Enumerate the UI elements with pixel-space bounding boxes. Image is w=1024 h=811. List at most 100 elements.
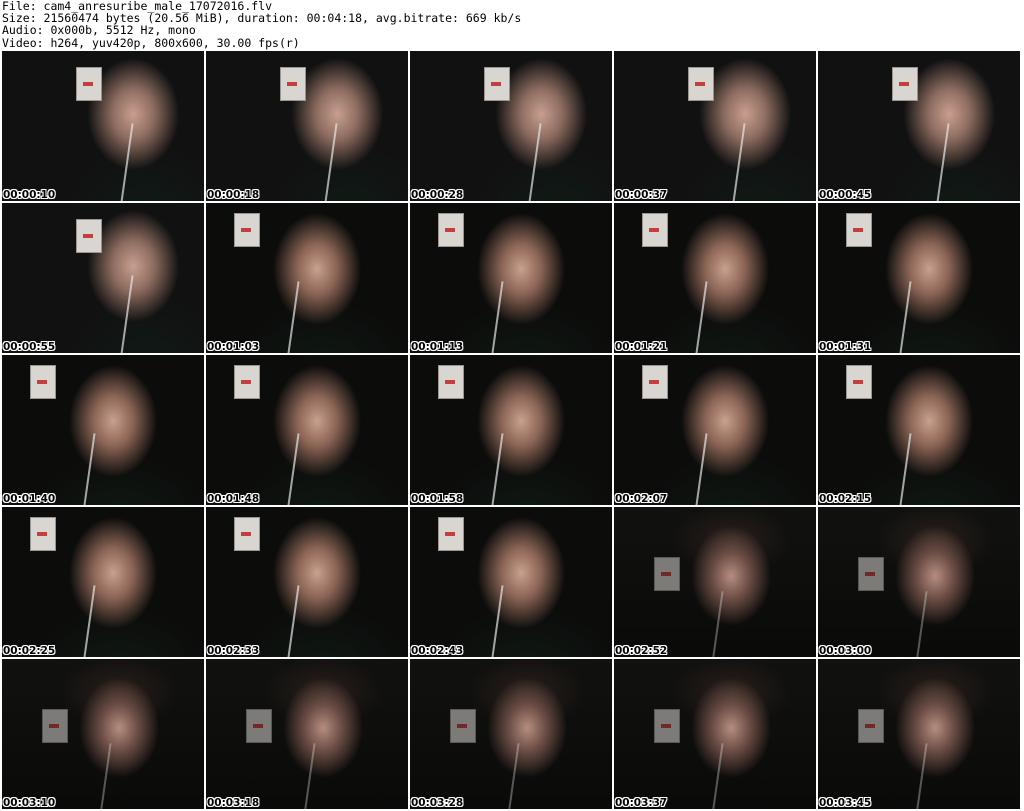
video-thumbnail: 00:01:21: [614, 203, 816, 353]
video-thumbnail: 00:02:43: [410, 507, 612, 657]
video-thumbnail: 00:02:25: [2, 507, 204, 657]
video-thumbnail: 00:01:58: [410, 355, 612, 505]
video-thumbnail: 00:00:55: [2, 203, 204, 353]
wall-picture-frame: [688, 67, 714, 101]
earphone-cable: [694, 433, 708, 505]
earphone-cable: [82, 585, 96, 657]
video-thumbnail: 00:00:45: [818, 51, 1020, 201]
earphone-cable: [710, 743, 724, 809]
thumbnail-timestamp: 00:01:58: [411, 493, 464, 505]
thumbnail-timestamp: 00:03:28: [411, 797, 464, 809]
video-thumbnail: 00:00:37: [614, 51, 816, 201]
earphone-cable: [898, 281, 912, 353]
thumbnail-timestamp: 00:01:40: [3, 493, 56, 505]
video-thumbnail: 00:02:07: [614, 355, 816, 505]
earphone-cable: [506, 743, 520, 809]
video-thumbnail: 00:03:10: [2, 659, 204, 809]
wall-picture-frame: [642, 213, 668, 247]
thumbnail-timestamp: 00:02:15: [819, 493, 872, 505]
wall-picture-frame: [846, 365, 872, 399]
thumbnail-timestamp: 00:01:48: [207, 493, 260, 505]
video-thumbnail: 00:03:28: [410, 659, 612, 809]
wall-picture-frame: [246, 709, 272, 743]
thumbnail-timestamp: 00:01:13: [411, 341, 464, 353]
earphone-cable: [732, 123, 746, 201]
thumbnail-timestamp: 00:03:45: [819, 797, 872, 809]
wall-picture-frame: [484, 67, 510, 101]
earphone-cable: [898, 433, 912, 505]
wall-picture-frame: [642, 365, 668, 399]
video-thumbnail: 00:03:45: [818, 659, 1020, 809]
video-thumbnail: 00:00:10: [2, 51, 204, 201]
earphone-cable: [286, 281, 300, 353]
video-thumbnail: 00:00:18: [206, 51, 408, 201]
wall-picture-frame: [654, 709, 680, 743]
thumbnail-timestamp: 00:02:52: [615, 645, 668, 657]
wall-picture-frame: [76, 219, 102, 253]
video-thumbnail: 00:03:18: [206, 659, 408, 809]
earphone-cable: [324, 123, 338, 201]
thumbnail-timestamp: 00:02:43: [411, 645, 464, 657]
earphone-cable: [694, 281, 708, 353]
video-thumbnail: 00:01:03: [206, 203, 408, 353]
wall-picture-frame: [234, 365, 260, 399]
video-thumbnail: 00:01:13: [410, 203, 612, 353]
wall-picture-frame: [846, 213, 872, 247]
thumbnail-timestamp: 00:02:25: [3, 645, 56, 657]
video-thumbnail: 00:02:52: [614, 507, 816, 657]
earphone-cable: [490, 585, 504, 657]
earphone-cable: [120, 275, 134, 353]
earphone-cable: [98, 743, 112, 809]
wall-picture-frame: [280, 67, 306, 101]
thumbnail-timestamp: 00:03:00: [819, 645, 872, 657]
earphone-cable: [914, 591, 928, 657]
file-info-header: File: cam4_anresuribe_male_17072016.flv …: [2, 0, 1022, 50]
earphone-cable: [286, 433, 300, 505]
video-thumbnail: 00:00:28: [410, 51, 612, 201]
earphone-cable: [710, 591, 724, 657]
thumbnail-timestamp: 00:01:31: [819, 341, 872, 353]
wall-picture-frame: [42, 709, 68, 743]
thumbnail-grid: 00:00:10 00:00:18 00:00:28 00:00:37 00:00:45…: [2, 51, 1022, 811]
thumbnail-timestamp: 00:00:28: [411, 189, 464, 201]
wall-picture-frame: [76, 67, 102, 101]
thumbnail-timestamp: 00:00:45: [819, 189, 872, 201]
video-thumbnail: 00:01:31: [818, 203, 1020, 353]
thumbnail-timestamp: 00:01:21: [615, 341, 668, 353]
thumbnail-timestamp: 00:03:18: [207, 797, 260, 809]
wall-picture-frame: [858, 557, 884, 591]
earphone-cable: [82, 433, 96, 505]
wall-picture-frame: [438, 517, 464, 551]
wall-picture-frame: [438, 213, 464, 247]
earphone-cable: [302, 743, 316, 809]
video-thumbnail: 00:02:33: [206, 507, 408, 657]
earphone-cable: [286, 585, 300, 657]
earphone-cable: [914, 743, 928, 809]
wall-picture-frame: [892, 67, 918, 101]
audio-info-line: Audio: 0x000b, 5512 Hz, mono: [2, 23, 196, 38]
thumbnail-timestamp: 00:03:10: [3, 797, 56, 809]
thumbnail-timestamp: 00:00:10: [3, 189, 56, 201]
video-thumbnail: 00:03:00: [818, 507, 1020, 657]
wall-picture-frame: [234, 213, 260, 247]
wall-picture-frame: [858, 709, 884, 743]
thumbnail-timestamp: 00:00:37: [615, 189, 668, 201]
video-thumbnail: 00:01:48: [206, 355, 408, 505]
wall-picture-frame: [654, 557, 680, 591]
wall-picture-frame: [30, 365, 56, 399]
wall-picture-frame: [30, 517, 56, 551]
thumbnail-timestamp: 00:03:37: [615, 797, 668, 809]
earphone-cable: [490, 281, 504, 353]
earphone-cable: [936, 123, 950, 201]
thumbnail-timestamp: 00:00:18: [207, 189, 260, 201]
thumbnail-timestamp: 00:01:03: [207, 341, 260, 353]
video-thumbnail: 00:02:15: [818, 355, 1020, 505]
wall-picture-frame: [438, 365, 464, 399]
thumbnail-timestamp: 00:02:07: [615, 493, 668, 505]
thumbnail-timestamp: 00:02:33: [207, 645, 260, 657]
earphone-cable: [490, 433, 504, 505]
thumbnail-timestamp: 00:00:55: [3, 341, 56, 353]
wall-picture-frame: [234, 517, 260, 551]
video-thumbnail: 00:01:40: [2, 355, 204, 505]
video-thumbnail: 00:03:37: [614, 659, 816, 809]
